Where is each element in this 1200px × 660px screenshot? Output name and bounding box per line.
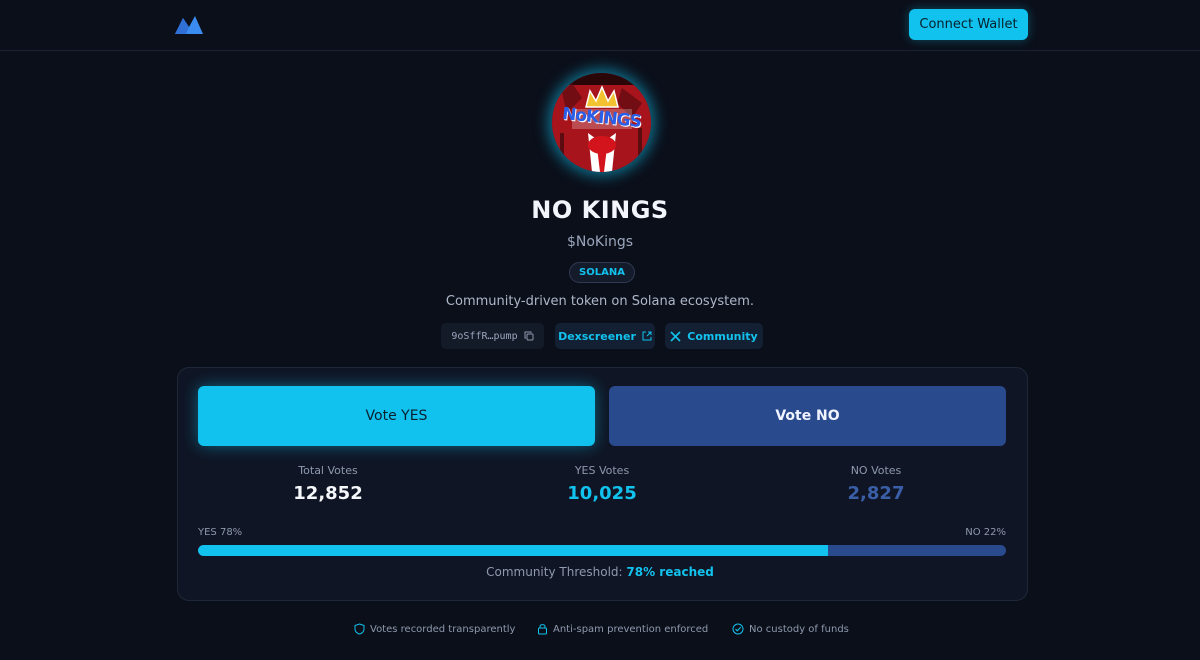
top-bar: Connect Wallet <box>0 0 1200 51</box>
footer-transparent: Votes recorded transparently <box>354 623 515 635</box>
footer-no-custody-label: No custody of funds <box>749 623 849 635</box>
shield-icon <box>354 623 365 635</box>
mountain-logo-icon[interactable] <box>175 14 203 34</box>
yes-percent-label: YES 78% <box>198 527 243 538</box>
token-ticker: $NoKings <box>566 234 634 250</box>
footer-no-custody: No custody of funds <box>732 623 849 635</box>
external-link-icon <box>642 331 652 341</box>
community-label: Community <box>687 329 758 343</box>
connect-wallet-button[interactable]: Connect Wallet <box>909 9 1028 40</box>
contract-address: 9oSffR…pump <box>451 330 518 342</box>
total-votes-label: Total Votes <box>298 464 358 477</box>
footer-transparent-label: Votes recorded transparently <box>370 623 516 635</box>
copy-address-button[interactable]: 9oSffR…pump <box>441 323 544 349</box>
chain-badge: SOLANA <box>569 262 635 283</box>
vote-progress-fill <box>198 545 829 556</box>
vote-yes-button[interactable]: Vote YES <box>198 386 595 446</box>
dexscreener-link[interactable]: Dexscreener <box>555 323 655 349</box>
threshold-value: 78% reached <box>626 565 714 579</box>
no-votes-label: NO Votes <box>850 464 902 477</box>
copy-icon <box>524 331 534 341</box>
yes-votes-stat: YES Votes 10,025 <box>502 464 702 504</box>
threshold-label: Community Threshold: <box>486 565 623 579</box>
community-threshold: Community Threshold: 78% reached <box>0 565 1200 579</box>
no-votes-value: 2,827 <box>847 483 905 504</box>
token-avatar: NoKINGS <box>552 73 651 172</box>
dexscreener-label: Dexscreener <box>558 329 636 343</box>
community-link[interactable]: Community <box>665 323 763 349</box>
token-name: NO KINGS <box>531 196 669 224</box>
vote-no-button[interactable]: Vote NO <box>609 386 1006 446</box>
total-votes-stat: Total Votes 12,852 <box>228 464 428 504</box>
yes-votes-label: YES Votes <box>574 464 630 477</box>
vote-progress-bar <box>198 545 1006 556</box>
footer-anti-spam: Anti-spam prevention enforced <box>537 623 708 635</box>
total-votes-value: 12,852 <box>293 483 363 504</box>
x-logo-icon <box>670 330 681 342</box>
no-votes-stat: NO Votes 2,827 <box>776 464 976 504</box>
yes-votes-value: 10,025 <box>567 483 637 504</box>
token-description: Community-driven token on Solana ecosyst… <box>445 294 755 309</box>
footer-anti-spam-label: Anti-spam prevention enforced <box>553 623 709 635</box>
lock-icon <box>538 624 547 635</box>
no-percent-label: NO 22% <box>965 527 1006 538</box>
check-circle-icon <box>732 623 744 635</box>
